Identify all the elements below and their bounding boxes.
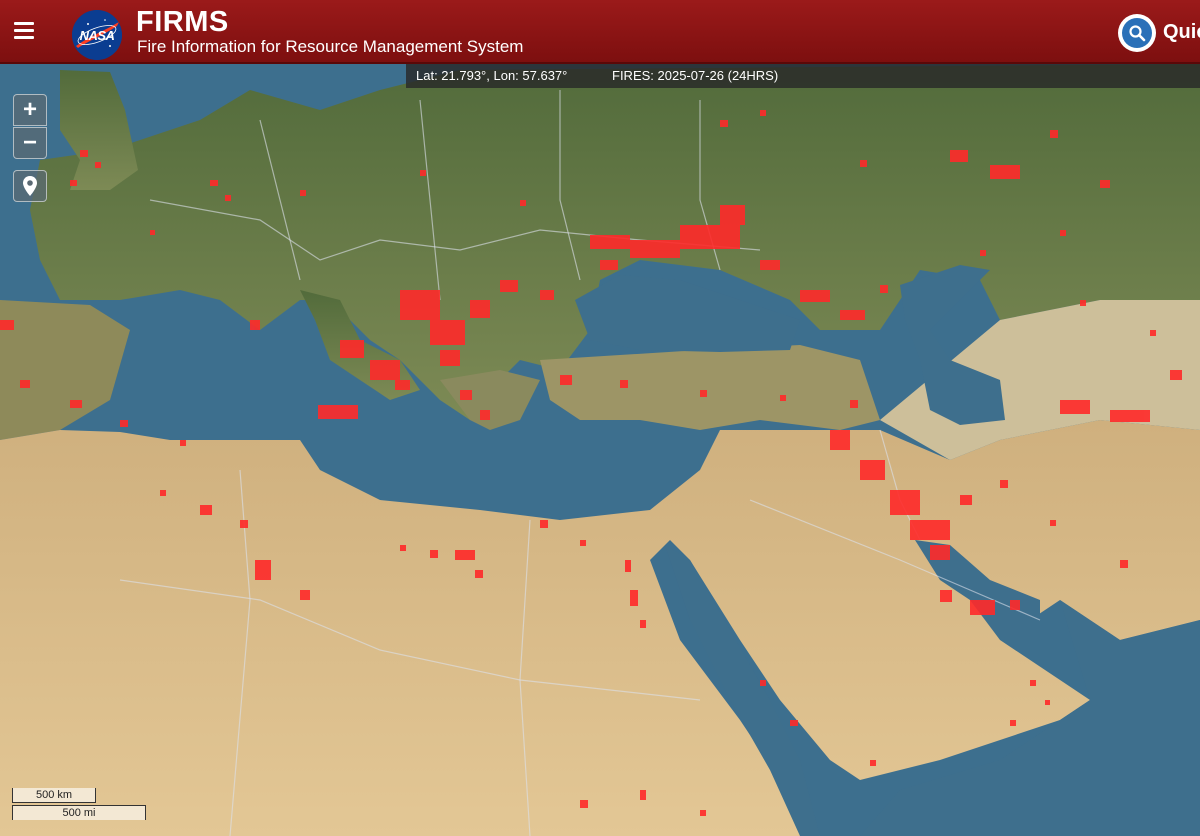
fires-date-label[interactable]: FIRES: 2025-07-26 (24HRS) <box>612 68 778 83</box>
status-bar: Lat: 21.793°, Lon: 57.637° FIRES: 2025-0… <box>406 64 1200 88</box>
scale-bar-km: 500 km <box>12 788 96 803</box>
app-title: FIRMS <box>136 6 229 38</box>
app-subtitle: Fire Information for Resource Management… <box>137 37 524 56</box>
anatolia-land <box>540 345 880 430</box>
zoom-out-button[interactable]: − <box>13 127 47 159</box>
zoom-in-button[interactable]: + <box>13 94 47 126</box>
scale-bar-mi: 500 mi <box>12 805 146 820</box>
menu-icon[interactable] <box>14 22 34 40</box>
quick-search-button[interactable] <box>1118 14 1156 52</box>
nasa-logo-text: NASA <box>79 27 115 43</box>
scale-km-label: 500 km <box>35 789 73 801</box>
scale-mi-label: 500 mi <box>62 807 96 819</box>
nasa-logo[interactable]: NASA <box>72 10 122 60</box>
fire-map[interactable] <box>0 64 1200 836</box>
search-icon <box>1122 18 1152 48</box>
cursor-coordinates: Lat: 21.793°, Lon: 57.637° <box>416 68 568 83</box>
app-header: NASA FIRMS Fire Information for Resource… <box>0 0 1200 64</box>
locate-button[interactable] <box>13 170 47 202</box>
quick-search-label[interactable]: Quic <box>1163 21 1200 44</box>
map-pin-icon <box>23 176 37 196</box>
